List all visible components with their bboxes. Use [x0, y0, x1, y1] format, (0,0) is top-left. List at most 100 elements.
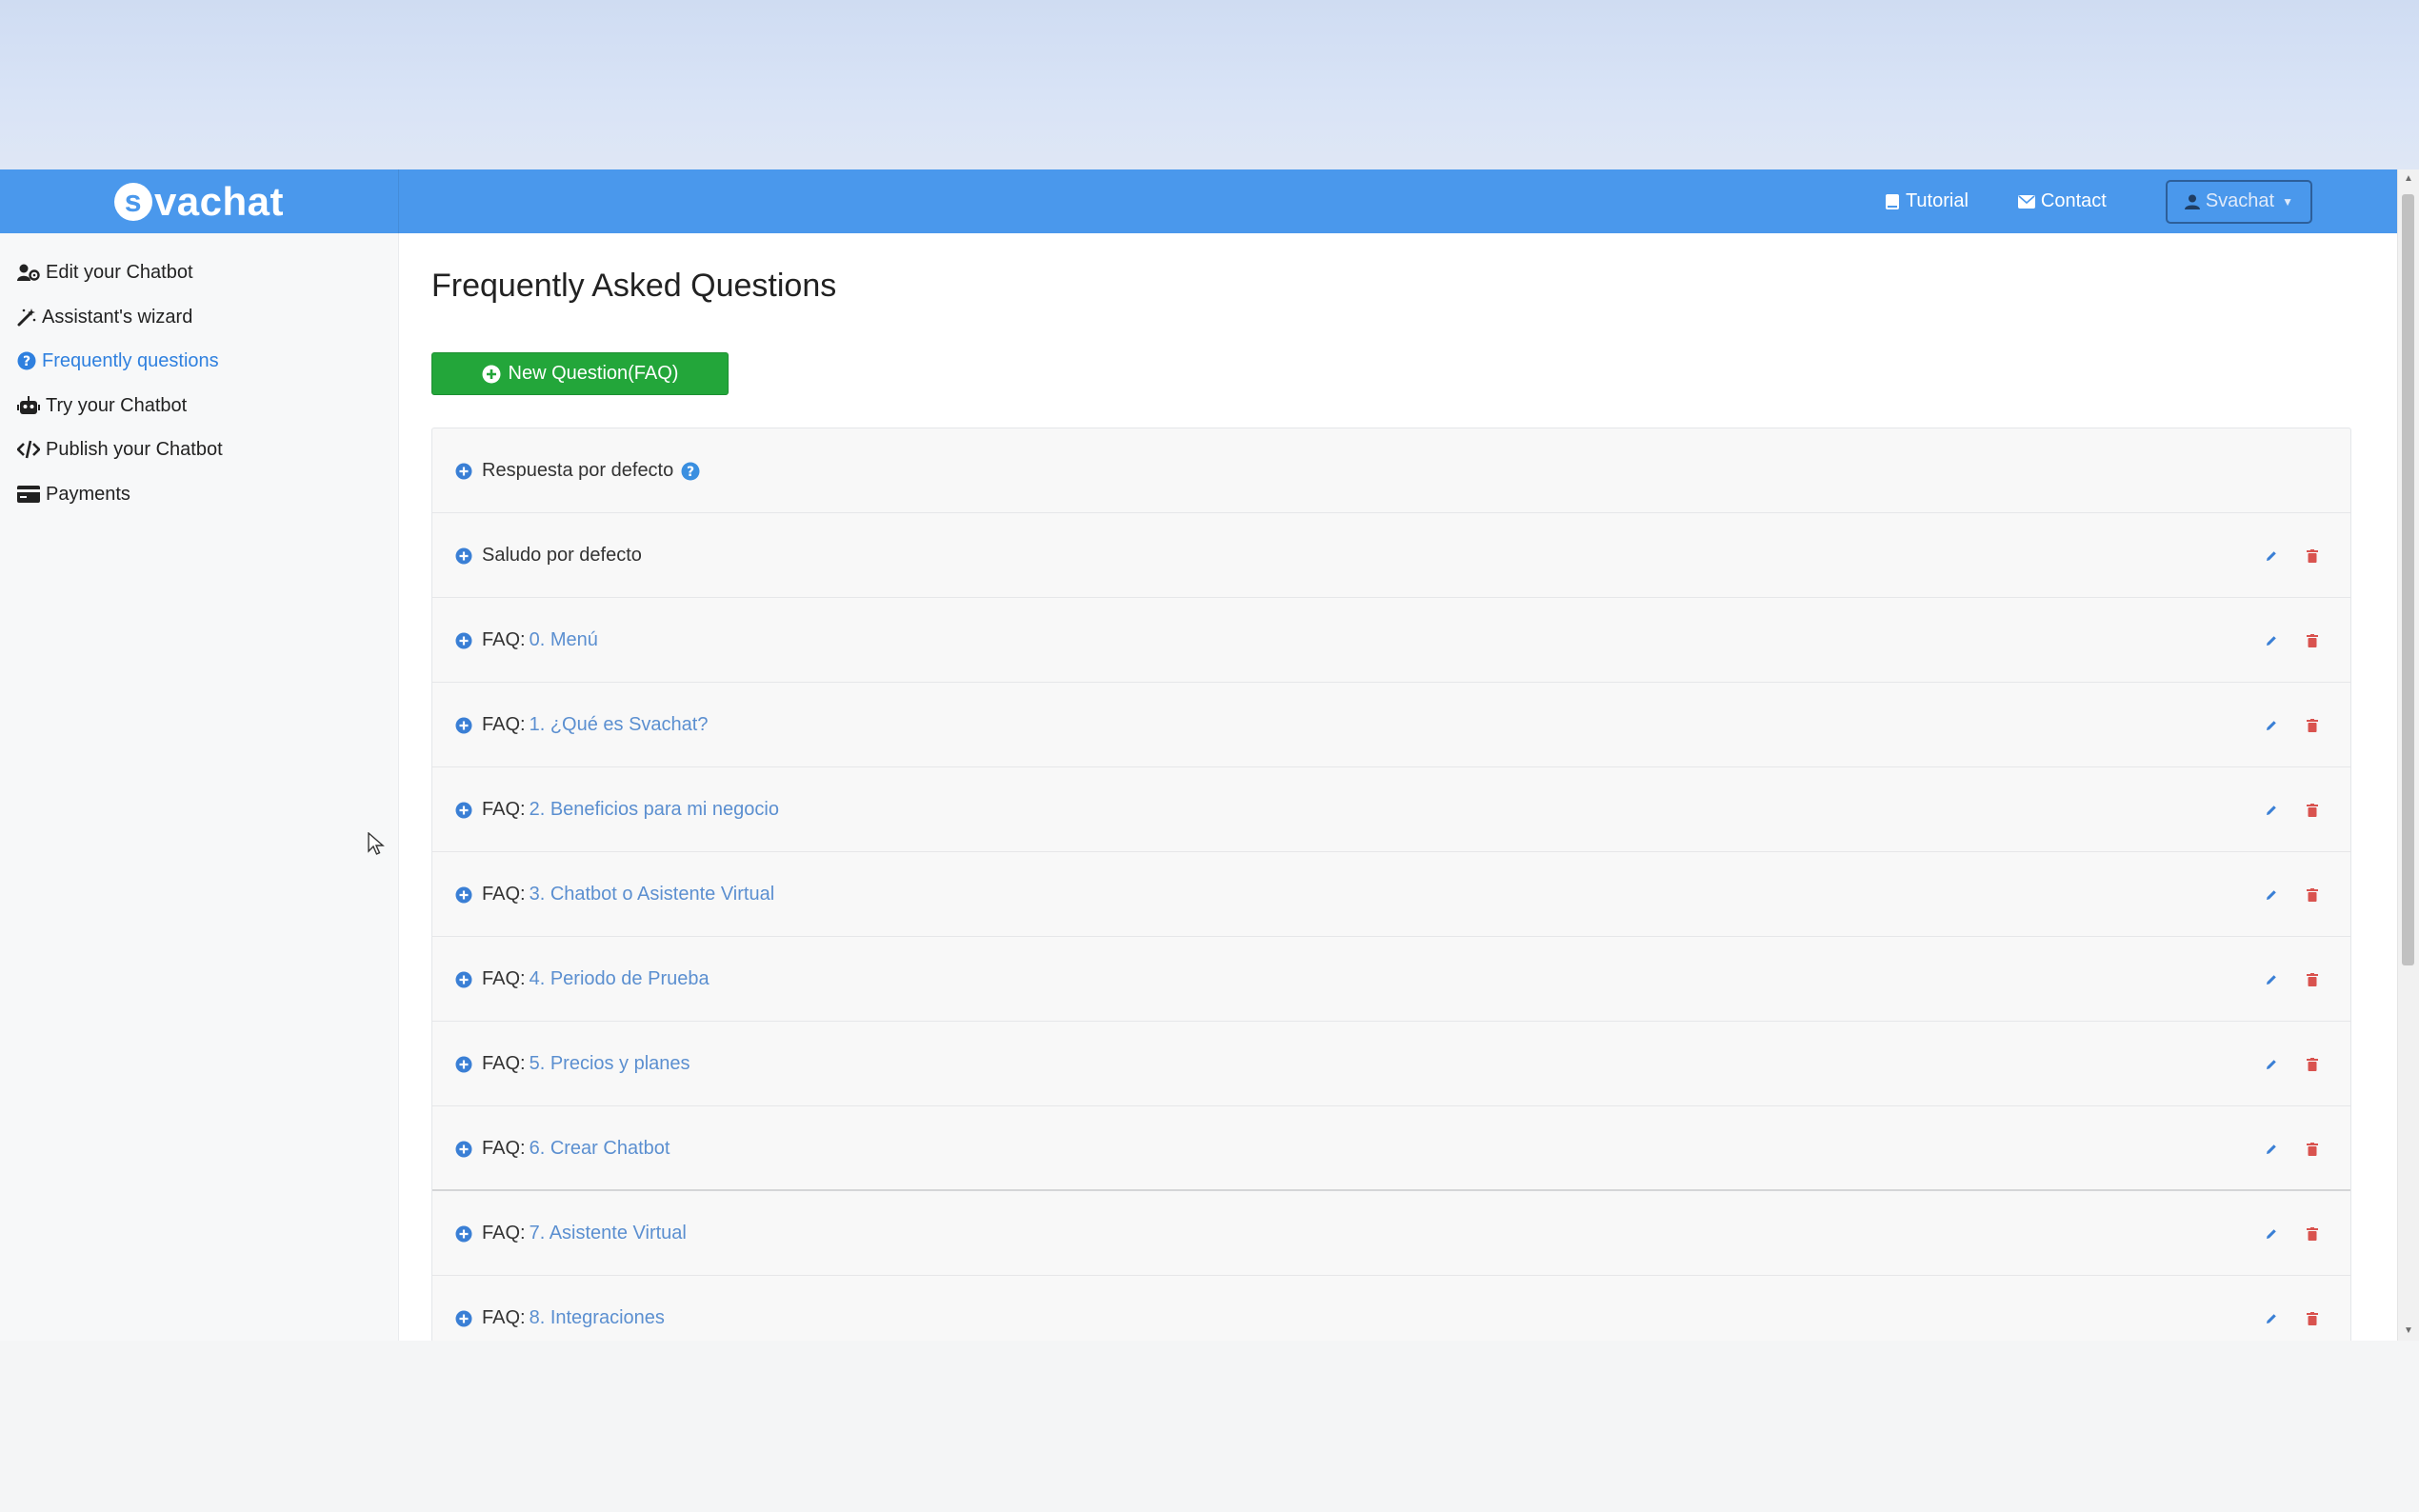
edit-icon[interactable]	[2265, 719, 2278, 732]
expand-default-response[interactable]: Respuesta por defecto ?	[455, 428, 700, 513]
faq-question-link[interactable]: 3. Chatbot o Asistente Virtual	[530, 884, 775, 905]
delete-icon[interactable]	[2307, 1226, 2318, 1241]
delete-icon[interactable]	[2307, 1311, 2318, 1325]
user-menu-label: Svachat	[2205, 190, 2275, 211]
brand-name: vachat	[153, 178, 285, 224]
faq-prefix: FAQ:	[482, 1053, 526, 1074]
user-menu-button[interactable]: Svachat ▼	[2165, 179, 2312, 224]
faq-row: FAQ: 7. Asistente Virtual	[432, 1191, 2350, 1276]
faq-expand[interactable]: FAQ: 3. Chatbot o Asistente Virtual	[455, 852, 774, 937]
edit-icon[interactable]	[2265, 973, 2278, 986]
faq-question-link[interactable]: 1. ¿Qué es Svachat?	[530, 714, 709, 736]
robot-icon	[17, 396, 40, 414]
caret-down-icon: ▼	[2282, 194, 2293, 209]
user-cog-icon	[17, 264, 40, 281]
navbar-right: Tutorial Contact Svachat ▼	[1835, 169, 2312, 233]
faq-expand[interactable]: FAQ: 0. Menú	[455, 598, 598, 683]
edit-icon[interactable]	[2265, 804, 2278, 817]
sidebar-item-assistant-wizard[interactable]: Assistant's wizard	[17, 303, 192, 331]
faq-expand[interactable]: FAQ: 7. Asistente Virtual	[455, 1191, 687, 1276]
faq-question-link[interactable]: 0. Menú	[530, 629, 598, 651]
plus-circle-icon	[455, 463, 472, 479]
plus-circle-icon	[482, 365, 501, 383]
question-circle-icon: ?	[17, 351, 36, 370]
faq-row: FAQ: 3. Chatbot o Asistente Virtual	[432, 852, 2350, 937]
delete-icon[interactable]	[2307, 972, 2318, 986]
faq-row: FAQ: 8. Integraciones	[432, 1276, 2350, 1341]
edit-icon[interactable]	[2265, 549, 2278, 563]
tutorial-link[interactable]: Tutorial	[1885, 190, 1969, 212]
vertical-scrollbar[interactable]: ▲ ▼	[2397, 169, 2419, 1341]
row-actions	[2265, 598, 2318, 683]
faq-expand[interactable]: FAQ: 1. ¿Qué es Svachat?	[455, 683, 708, 767]
delete-icon[interactable]	[2307, 633, 2318, 647]
question-circle-icon[interactable]: ?	[681, 462, 700, 481]
faq-prefix: FAQ:	[482, 1307, 526, 1328]
sidebar-item-publish-chatbot[interactable]: Publish your Chatbot	[17, 435, 223, 464]
edit-icon[interactable]	[2265, 1058, 2278, 1071]
page-title: Frequently Asked Questions	[431, 268, 837, 304]
delete-icon[interactable]	[2307, 718, 2318, 732]
edit-icon[interactable]	[2265, 888, 2278, 902]
scrollbar-thumb[interactable]	[2402, 194, 2414, 965]
sidebar: Edit your Chatbot Assistant's wizard ? F…	[0, 233, 399, 1341]
sidebar-item-label: Try your Chatbot	[46, 394, 188, 416]
row-actions	[2265, 767, 2318, 852]
user-icon	[2184, 194, 2200, 209]
faq-expand[interactable]: FAQ: 2. Beneficios para mi negocio	[455, 767, 779, 852]
faq-question-link[interactable]: 2. Beneficios para mi negocio	[530, 799, 779, 821]
plus-circle-icon	[455, 717, 472, 733]
sidebar-item-edit-chatbot[interactable]: Edit your Chatbot	[17, 258, 193, 287]
faq-question-link[interactable]: 8. Integraciones	[530, 1307, 665, 1329]
edit-icon[interactable]	[2265, 1143, 2278, 1156]
delete-icon[interactable]	[2307, 1057, 2318, 1071]
brand-logo[interactable]: s vachat	[0, 169, 399, 233]
sidebar-item-label: Assistant's wizard	[42, 306, 193, 328]
plus-circle-icon	[455, 547, 472, 564]
faq-row-default-response: Respuesta por defecto ?	[432, 428, 2350, 513]
edit-icon[interactable]	[2265, 1227, 2278, 1241]
scroll-down-icon[interactable]: ▼	[2398, 1322, 2419, 1341]
envelope-icon	[2017, 194, 2035, 209]
delete-icon[interactable]	[2307, 803, 2318, 817]
faq-expand[interactable]: FAQ: 8. Integraciones	[455, 1276, 665, 1341]
brand-wordmark: s vachat	[113, 178, 285, 225]
desktop-background-top	[0, 0, 2419, 169]
faq-expand[interactable]: FAQ: 6. Crear Chatbot	[455, 1106, 670, 1191]
default-response-label: Respuesta por defecto	[482, 460, 674, 481]
faq-row: FAQ: 6. Crear Chatbot	[432, 1106, 2350, 1191]
faq-row: FAQ: 2. Beneficios para mi negocio	[432, 767, 2350, 852]
sidebar-item-frequently-questions[interactable]: ? Frequently questions	[17, 347, 219, 375]
sidebar-item-try-chatbot[interactable]: Try your Chatbot	[17, 391, 187, 420]
edit-icon[interactable]	[2265, 1312, 2278, 1325]
faq-prefix: FAQ:	[482, 799, 526, 820]
sidebar-item-label: Frequently questions	[42, 349, 219, 371]
sidebar-item-payments[interactable]: Payments	[17, 480, 130, 508]
row-actions	[2265, 513, 2318, 598]
contact-link[interactable]: Contact	[2017, 190, 2107, 212]
plus-circle-icon	[455, 802, 472, 818]
new-question-label: New Question(FAQ)	[508, 363, 679, 384]
brand-s-mark: s	[113, 182, 152, 221]
faq-expand[interactable]: FAQ: 5. Precios y planes	[455, 1022, 690, 1106]
faq-expand[interactable]: FAQ: 4. Periodo de Prueba	[455, 937, 710, 1022]
delete-icon[interactable]	[2307, 887, 2318, 902]
delete-icon[interactable]	[2307, 548, 2318, 563]
scroll-up-icon[interactable]: ▲	[2398, 169, 2419, 189]
delete-icon[interactable]	[2307, 1142, 2318, 1156]
faq-question-link[interactable]: 7. Asistente Virtual	[530, 1223, 687, 1244]
faq-question-link[interactable]: 6. Crear Chatbot	[530, 1138, 670, 1160]
expand-default-greeting[interactable]: Saludo por defecto	[455, 513, 642, 598]
main-content: Frequently Asked Questions New Question(…	[399, 233, 2398, 1341]
edit-icon[interactable]	[2265, 634, 2278, 647]
default-greeting-label: Saludo por defecto	[482, 545, 642, 566]
row-actions	[2265, 1022, 2318, 1106]
new-question-button[interactable]: New Question(FAQ)	[431, 352, 729, 395]
faq-row: FAQ: 0. Menú	[432, 598, 2350, 683]
row-actions	[2265, 683, 2318, 767]
plus-circle-icon	[455, 971, 472, 987]
faq-question-link[interactable]: 5. Precios y planes	[530, 1053, 690, 1075]
faq-question-link[interactable]: 4. Periodo de Prueba	[530, 968, 710, 990]
faq-row: FAQ: 1. ¿Qué es Svachat?	[432, 683, 2350, 767]
faq-list: Respuesta por defecto ? Saludo por defec…	[431, 428, 2351, 1341]
